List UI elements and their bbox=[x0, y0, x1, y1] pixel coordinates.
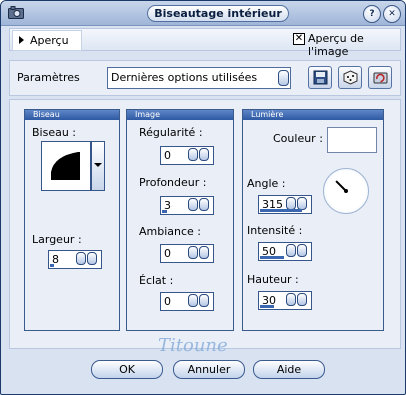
decrement-button[interactable] bbox=[76, 252, 86, 265]
increment-button[interactable] bbox=[87, 252, 97, 265]
intensity-level-bar bbox=[260, 256, 284, 259]
settings-area: Biseau Biseau : Largeur : 8 Image Régula… bbox=[9, 99, 401, 349]
window-title: Biseautage intérieur bbox=[147, 5, 289, 22]
increment-button[interactable] bbox=[199, 198, 209, 211]
light-header: Lumière bbox=[243, 110, 383, 120]
shininess-value: 0 bbox=[164, 295, 171, 308]
ambience-label: Ambiance : bbox=[139, 225, 202, 238]
shininess-spinner[interactable]: 0 bbox=[160, 292, 214, 311]
increment-button[interactable] bbox=[297, 293, 307, 306]
help-button[interactable]: Aide bbox=[253, 360, 325, 379]
smoothness-label: Régularité : bbox=[139, 126, 203, 139]
angle-spinner[interactable]: 315 bbox=[258, 195, 312, 214]
preview-image-label[interactable]: Aperçu de l'image bbox=[308, 32, 400, 58]
height-spinner[interactable]: 30 bbox=[258, 291, 312, 310]
watermark: Titoune bbox=[158, 335, 228, 356]
height-label: Hauteur : bbox=[247, 273, 299, 286]
intensity-spinner[interactable]: 50 bbox=[258, 242, 312, 261]
angle-dial[interactable] bbox=[323, 168, 369, 214]
floppy-disk-icon bbox=[313, 70, 327, 85]
depth-label: Profondeur : bbox=[139, 176, 207, 189]
width-level-bar bbox=[50, 264, 54, 267]
increment-button[interactable] bbox=[199, 294, 209, 307]
expand-arrow-icon bbox=[19, 36, 24, 44]
presets-spin-icon[interactable] bbox=[278, 70, 289, 86]
increment-button[interactable] bbox=[297, 244, 307, 257]
cancel-button[interactable]: Annuler bbox=[173, 360, 245, 379]
decrement-button[interactable] bbox=[188, 246, 198, 259]
increment-button[interactable] bbox=[199, 246, 209, 259]
close-title-button[interactable]: ✕ bbox=[383, 5, 401, 23]
presets-bar: Paramètres Dernières options utilisées bbox=[9, 60, 401, 96]
reset-button[interactable] bbox=[368, 66, 392, 89]
depth-level-bar bbox=[162, 210, 167, 213]
decrement-button[interactable] bbox=[188, 198, 198, 211]
save-preset-button[interactable] bbox=[308, 66, 332, 89]
help-title-button[interactable]: ? bbox=[363, 5, 381, 23]
shininess-label: Éclat : bbox=[139, 274, 174, 287]
light-group: Lumière Couleur : Angle : 315 Intensité … bbox=[242, 109, 384, 331]
chevron-down-icon bbox=[94, 163, 102, 167]
angle-level-bar bbox=[260, 209, 302, 212]
angle-label: Angle : bbox=[247, 177, 286, 190]
dice-icon bbox=[343, 70, 357, 85]
bevel-shape-dropdown[interactable] bbox=[91, 141, 105, 191]
randomize-button[interactable] bbox=[338, 66, 362, 89]
ambience-value: 0 bbox=[164, 247, 171, 260]
increment-button[interactable] bbox=[199, 148, 209, 161]
ok-button[interactable]: OK bbox=[91, 360, 163, 379]
image-header: Image bbox=[127, 110, 233, 120]
bevel-header: Biseau bbox=[25, 110, 119, 120]
presets-label: Paramètres bbox=[17, 71, 80, 84]
bevel-shape-label: Biseau : bbox=[32, 126, 77, 139]
preview-toggle[interactable]: Aperçu bbox=[12, 30, 82, 51]
height-level-bar bbox=[260, 305, 274, 308]
bevel-group: Biseau Biseau : Largeur : 8 bbox=[24, 109, 120, 331]
presets-select[interactable]: Dernières options utilisées bbox=[107, 67, 291, 89]
decrement-button[interactable] bbox=[188, 148, 198, 161]
depth-spinner[interactable]: 3 bbox=[160, 196, 214, 215]
decrement-button[interactable] bbox=[286, 244, 296, 257]
camera-icon bbox=[8, 6, 24, 19]
dialog-window: Biseautage intérieur ? ✕ Aperçu ✕ Aperçu… bbox=[0, 0, 406, 395]
bevel-shape-icon bbox=[51, 152, 80, 180]
preview-bar: Aperçu ✕ Aperçu de l'image bbox=[9, 28, 401, 58]
reset-icon bbox=[373, 72, 387, 84]
ambience-spinner[interactable]: 0 bbox=[160, 244, 214, 263]
width-spinner[interactable]: 8 bbox=[48, 250, 102, 269]
color-label: Couleur : bbox=[273, 132, 323, 145]
smoothness-value: 0 bbox=[164, 149, 171, 162]
decrement-button[interactable] bbox=[286, 293, 296, 306]
intensity-label: Intensité : bbox=[247, 224, 303, 237]
preview-image-checkbox[interactable]: ✕ bbox=[293, 33, 305, 45]
bevel-shape-swatch[interactable] bbox=[41, 141, 91, 191]
preview-label: Aperçu bbox=[30, 34, 69, 47]
light-direction-icon bbox=[335, 180, 348, 193]
question-icon: ? bbox=[369, 9, 375, 19]
light-color-swatch[interactable] bbox=[327, 127, 377, 153]
title-bar[interactable]: Biseautage intérieur ? ✕ bbox=[1, 1, 405, 26]
smoothness-spinner[interactable]: 0 bbox=[160, 146, 214, 165]
decrement-button[interactable] bbox=[188, 294, 198, 307]
image-group: Image Régularité : 0 Profondeur : 3 Ambi… bbox=[126, 109, 234, 331]
width-label: Largeur : bbox=[32, 233, 82, 246]
close-icon: ✕ bbox=[388, 9, 396, 19]
presets-value: Dernières options utilisées bbox=[111, 71, 258, 84]
